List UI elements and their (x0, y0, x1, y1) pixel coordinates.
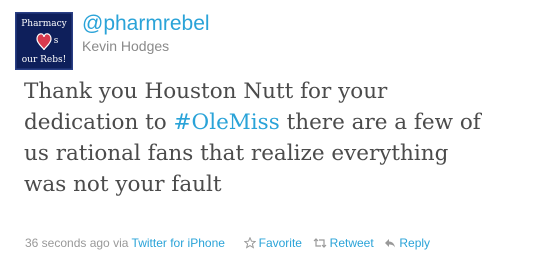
timestamp-link[interactable]: 36 seconds ago (25, 236, 110, 250)
reply-icon (385, 239, 396, 248)
tweet-meta: 36 seconds ago via Twitter for iPhone Fa… (25, 235, 430, 251)
user-handle[interactable]: @pharmrebel (82, 12, 210, 36)
user-name[interactable]: Kevin Hodges (82, 38, 169, 54)
avatar-text-bottom: our Rebs! (22, 55, 66, 65)
retweet-label: Retweet (329, 236, 374, 250)
avatar-text-top: Pharmacy (21, 19, 67, 29)
tweet-text: Thank you Houston Nutt for your dedicati… (24, 76, 544, 200)
tweet-card: Pharmacy s our Rebs! @pharmrebel Kevin H… (0, 0, 550, 270)
retweet-icon (313, 238, 327, 248)
reply-button[interactable]: Reply (384, 235, 430, 251)
reply-label: Reply (399, 236, 431, 250)
tweet-text-line: dedication to #OleMiss there are a few o… (24, 107, 544, 138)
tweet-text-line: Thank you Houston Nutt for your (24, 79, 388, 104)
retweet-button[interactable]: Retweet (313, 235, 374, 251)
tweet-text-line: us rational fans that realize everything (24, 141, 449, 166)
star-icon (243, 236, 257, 249)
avatar-image: Pharmacy s our Rebs! (15, 12, 73, 70)
hashtag-link[interactable]: #OleMiss (174, 110, 280, 135)
tweet-text-segment: there are a few of (279, 110, 481, 135)
avatar-text-middle: s (54, 36, 59, 46)
favorite-label: Favorite (258, 236, 302, 250)
tweet-text-line: was not your fault (24, 172, 222, 197)
tweet-text-segment: dedication to (24, 110, 174, 135)
via-text: via (113, 236, 129, 250)
source-link[interactable]: Twitter for iPhone (132, 236, 225, 250)
avatar[interactable]: Pharmacy s our Rebs! (15, 12, 73, 70)
favorite-button[interactable]: Favorite (243, 235, 302, 251)
